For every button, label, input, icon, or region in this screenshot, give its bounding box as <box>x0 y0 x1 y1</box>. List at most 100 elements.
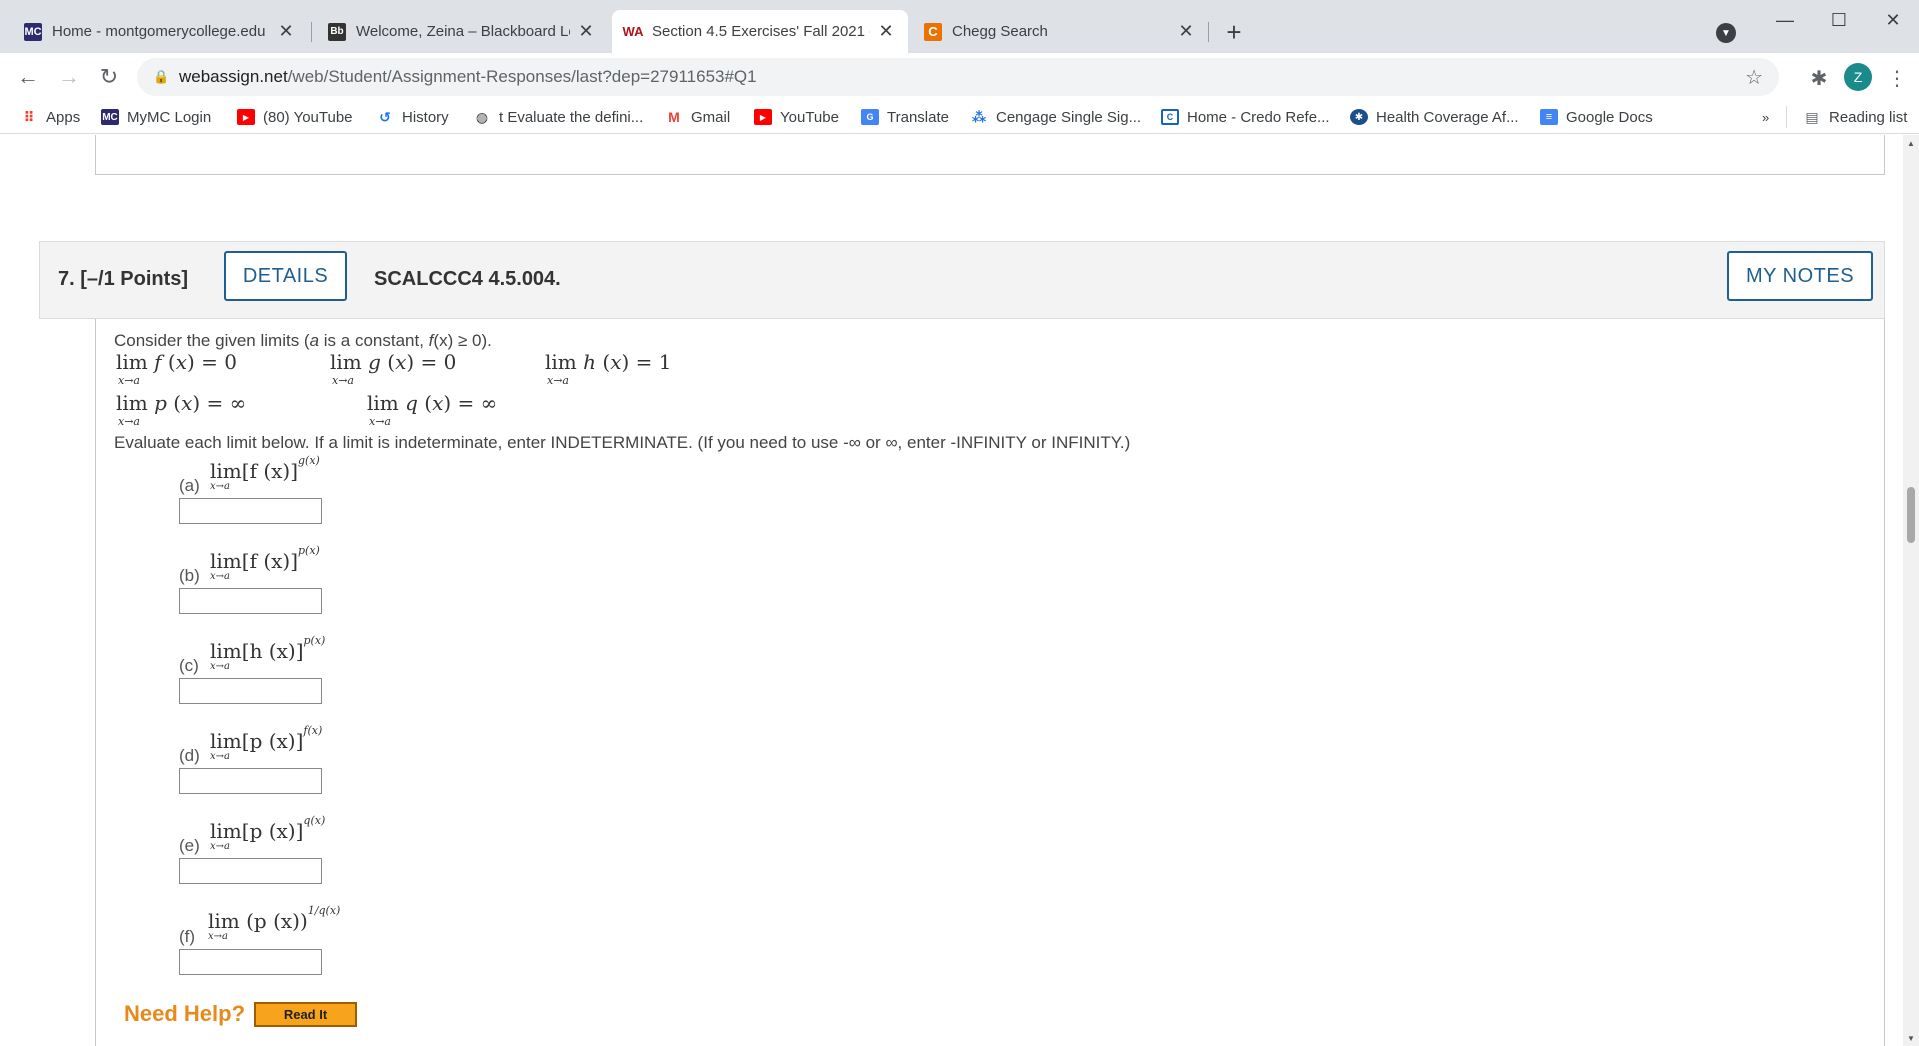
fn-name: q <box>405 391 418 415</box>
tab-chegg[interactable]: C Chegg Search ✕ <box>912 10 1208 53</box>
menu-kebab-icon[interactable]: ⋮ <box>1884 65 1910 91</box>
page-scrollbar[interactable]: ▲ ▼ <box>1903 135 1919 1046</box>
given-limit-q: lim q (x) = ∞ x→a <box>367 391 498 428</box>
my-notes-button[interactable]: MY NOTES <box>1727 251 1873 301</box>
bookmark-label: Home - Credo Refe... <box>1187 108 1330 126</box>
part-a-label: (a) <box>179 476 200 495</box>
part-e-label: (e) <box>179 836 200 855</box>
lim-text: lim <box>210 729 242 753</box>
part-b-expression: lim[f (x)]p(x) x→a <box>210 544 320 582</box>
minimize-icon[interactable]: — <box>1760 6 1810 34</box>
bookmark-label: Google Docs <box>1566 108 1653 126</box>
close-window-icon[interactable]: ✕ <box>1868 6 1918 34</box>
bookmark-history[interactable]: ↺ History <box>376 106 449 128</box>
part-exponent: p(x) <box>303 634 326 648</box>
bookmark-label: Cengage Single Sig... <box>996 108 1142 126</box>
extensions-icon[interactable]: ✱ <box>1806 65 1832 91</box>
maximize-icon[interactable]: ☐ <box>1814 6 1864 34</box>
answer-input-b[interactable] <box>179 588 322 614</box>
webassign-logo-icon: WA <box>622 24 644 39</box>
answer-input-c[interactable] <box>179 678 322 704</box>
bookmark-label: (80) YouTube <box>263 108 353 126</box>
bookmark-youtube-80[interactable]: ▶ (80) YouTube <box>237 106 353 128</box>
given-limit-g: lim g (x) = 0 x→a <box>330 350 457 387</box>
part-base: [h (x)] <box>241 639 304 663</box>
part-exponent: f(x) <box>303 724 323 738</box>
reading-list-icon: ▤ <box>1805 108 1819 125</box>
tab-blackboard[interactable]: Bb Welcome, Zeina – Blackboard Lea ✕ <box>316 10 608 53</box>
part-exponent: p(x) <box>298 544 320 558</box>
bookmark-star-icon[interactable]: ☆ <box>1745 65 1763 90</box>
part-d-label: (d) <box>179 746 200 765</box>
close-tab-icon[interactable]: ✕ <box>276 21 296 42</box>
tab-webassign[interactable]: WA Section 4.5 Exercises' Fall 2021 - ✕ <box>612 10 908 53</box>
part-d-expression: lim[p (x)]f(x) x→a <box>210 724 322 762</box>
limit-value: 1 <box>658 350 672 374</box>
part-e-expression: lim[p (x)]q(x) x→a <box>210 814 325 852</box>
lim-subscript: x→a <box>210 661 230 672</box>
bookmark-youtube[interactable]: ▶ YouTube <box>754 106 839 128</box>
tab-title: Welcome, Zeina – Blackboard Lea <box>356 23 570 40</box>
gmail-icon: M <box>668 109 680 125</box>
tab-montgomery[interactable]: MC Home - montgomerycollege.edu ✕ <box>12 10 308 53</box>
forward-icon[interactable]: → <box>55 63 83 91</box>
close-tab-icon[interactable]: ✕ <box>1176 21 1196 42</box>
part-base: [f (x)] <box>241 459 299 483</box>
instructions: Evaluate each limit below. If a limit is… <box>114 433 1131 452</box>
more-bookmarks-button[interactable]: » <box>1762 106 1769 128</box>
part-a-expression: lim[f (x)]g(x) x→a <box>210 454 320 492</box>
intro-text: is a constant, <box>319 331 429 350</box>
lim-subscript: x→a <box>547 374 569 387</box>
tab-search-icon[interactable]: ▼ <box>1716 23 1736 43</box>
globe-icon: ◍ <box>475 108 489 125</box>
close-tab-icon[interactable]: ✕ <box>576 21 596 42</box>
previous-question-box <box>95 135 1885 175</box>
tab-title: Home - montgomerycollege.edu <box>52 23 266 40</box>
health-icon: ✱ <box>1350 109 1368 125</box>
lim-text: lim <box>210 459 242 483</box>
need-help-label: Need Help? <box>124 1001 246 1026</box>
answer-input-d[interactable] <box>179 768 322 794</box>
credo-icon: C <box>1161 109 1179 125</box>
bookmark-label: MyMC Login <box>127 108 212 126</box>
apps-icon: ⠿ <box>23 108 35 125</box>
webassign-page: 7. [–/1 Points] DETAILS SCALCCC4 4.5.004… <box>0 135 1903 1046</box>
new-tab-button[interactable]: + <box>1220 17 1248 47</box>
bookmark-credo[interactable]: C Home - Credo Refe... <box>1161 106 1330 128</box>
bookmark-docs[interactable]: ≡ Google Docs <box>1540 106 1653 128</box>
part-base: [f (x)] <box>241 549 299 573</box>
answer-input-f[interactable] <box>179 949 322 975</box>
bookmark-label: Apps <box>46 108 81 126</box>
scroll-up-icon[interactable]: ▲ <box>1903 135 1919 151</box>
bookmark-gmail[interactable]: M Gmail <box>665 106 730 128</box>
bookmark-cengage[interactable]: ⁂ Cengage Single Sig... <box>970 106 1141 128</box>
reading-list-button[interactable]: ▤ Reading list <box>1786 106 1907 128</box>
fn-name: p <box>154 391 167 415</box>
back-icon[interactable]: ← <box>14 63 42 91</box>
answer-input-a[interactable] <box>179 498 322 524</box>
scrollbar-thumb[interactable] <box>1907 487 1915 543</box>
address-bar[interactable]: 🔒 webassign.net/web/Student/Assignment-R… <box>137 58 1779 96</box>
profile-avatar[interactable]: Z <box>1844 63 1872 91</box>
lim-text: lim <box>116 391 148 415</box>
question-header: 7. [–/1 Points] DETAILS SCALCCC4 4.5.004… <box>39 241 1885 319</box>
reload-icon[interactable]: ↻ <box>95 63 123 91</box>
bookmark-mymc[interactable]: MC MyMC Login <box>101 106 211 128</box>
scroll-down-icon[interactable]: ▼ <box>1903 1030 1919 1046</box>
chegg-logo-icon: C <box>924 22 942 41</box>
close-tab-icon[interactable]: ✕ <box>876 21 896 42</box>
lim-text: lim <box>210 639 242 663</box>
bookmark-label: Translate <box>887 108 949 126</box>
bookmark-health[interactable]: ✱ Health Coverage Af... <box>1350 106 1519 128</box>
bookmark-apps[interactable]: ⠿ Apps <box>20 106 81 128</box>
details-button[interactable]: DETAILS <box>224 251 347 301</box>
read-it-button[interactable]: Read It <box>254 1002 357 1027</box>
youtube-icon: ▶ <box>754 109 772 125</box>
lim-text: lim <box>545 350 577 374</box>
given-limit-f: lim f (x) = 0 x→a <box>116 350 237 387</box>
bookmark-evaluate[interactable]: ◍ t Evaluate the defini... <box>473 106 643 128</box>
answer-input-e[interactable] <box>179 858 322 884</box>
fn-name: f <box>154 350 162 374</box>
bookmark-translate[interactable]: G Translate <box>861 106 949 128</box>
translate-icon: G <box>861 109 879 125</box>
